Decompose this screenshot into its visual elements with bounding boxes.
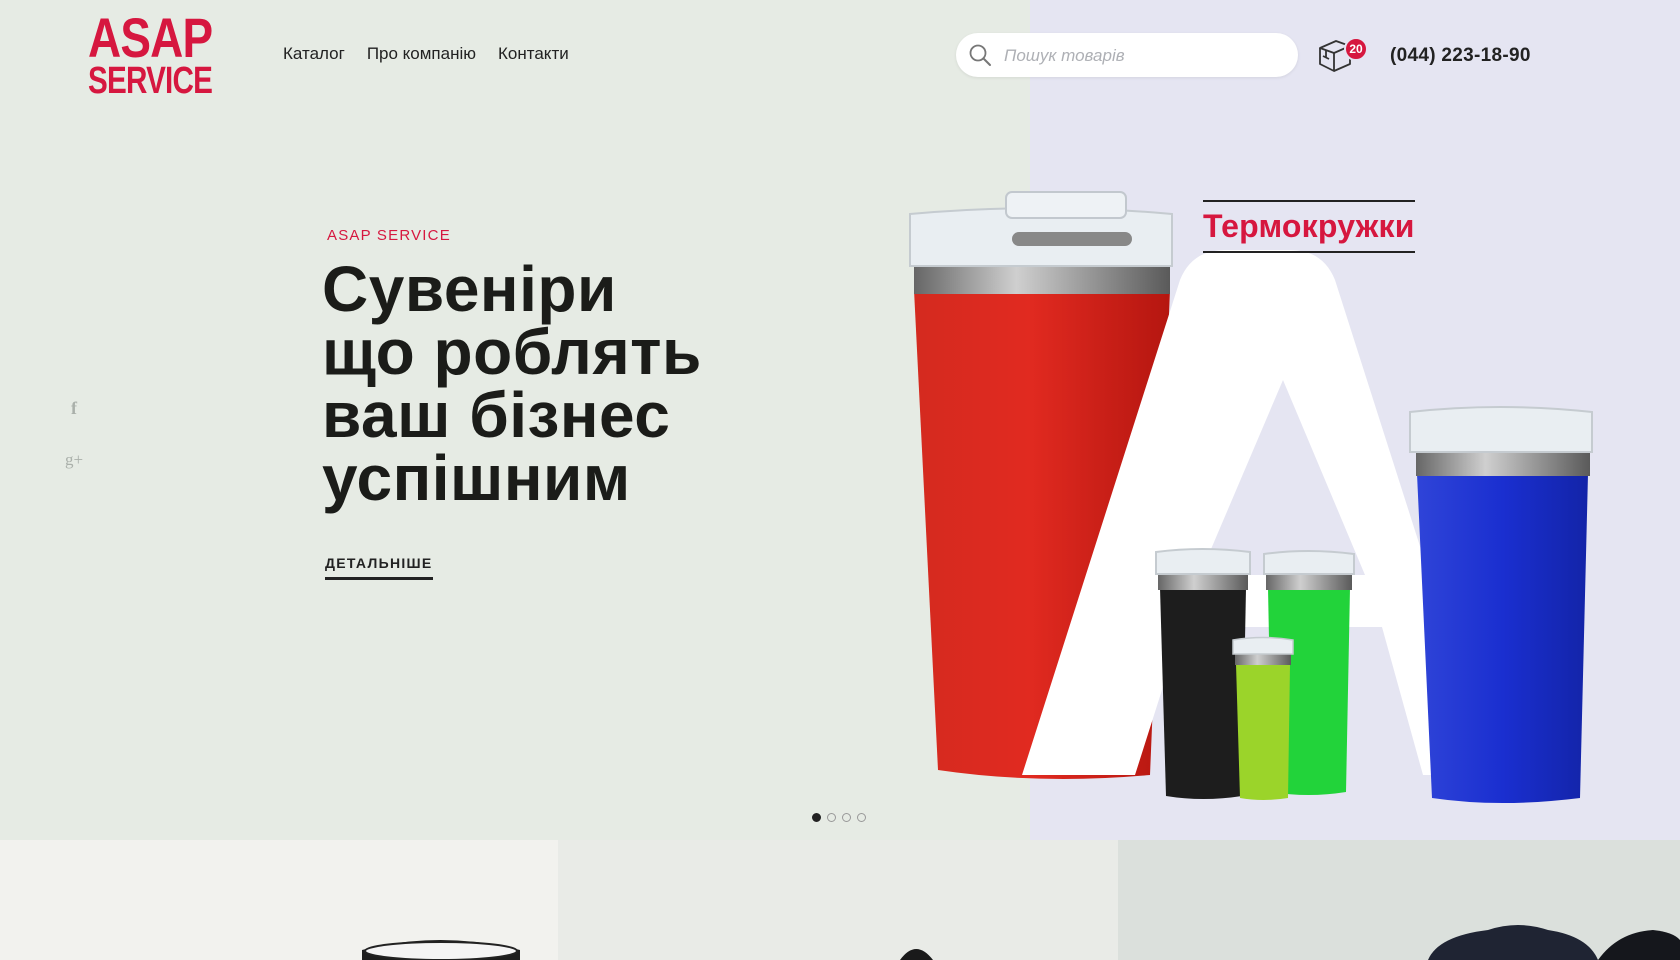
cart-button[interactable]: 20 bbox=[1316, 34, 1368, 74]
nav-item-catalog[interactable]: Каталог bbox=[283, 44, 345, 64]
more-details-button[interactable]: ДЕТАЛЬНІШЕ bbox=[325, 555, 433, 580]
category-card-caps[interactable] bbox=[558, 840, 1118, 960]
category-label-text: Термокружки bbox=[1203, 208, 1415, 244]
category-label[interactable]: Термокружки bbox=[1203, 200, 1415, 253]
headline-line: що роблять bbox=[322, 316, 702, 388]
search-box bbox=[956, 33, 1298, 79]
slide-dot[interactable] bbox=[857, 813, 866, 822]
slide-dot[interactable] bbox=[842, 813, 851, 822]
hero-headline: Сувеніри що роблять ваш бізнес успішним bbox=[322, 253, 782, 514]
mug-image bbox=[362, 940, 520, 960]
slider-pagination bbox=[812, 813, 866, 822]
jacket-image bbox=[1428, 925, 1680, 960]
logo-line2: SERVICE bbox=[88, 60, 213, 102]
category-card-jackets[interactable] bbox=[1118, 840, 1680, 960]
nav-item-about[interactable]: Про компанію bbox=[367, 44, 476, 64]
category-strip bbox=[0, 840, 1680, 960]
headline-line: успішним bbox=[322, 442, 631, 514]
logo[interactable]: ASAP SERVICE bbox=[88, 10, 213, 101]
slide-dot[interactable] bbox=[812, 813, 821, 822]
facebook-icon[interactable]: f bbox=[64, 398, 84, 419]
nav-item-contacts[interactable]: Контакти bbox=[498, 44, 569, 64]
main-nav: Каталог Про компанію Контакти bbox=[283, 44, 569, 64]
phone-number[interactable]: (044) 223-18-90 bbox=[1390, 45, 1531, 67]
category-card-mugs[interactable] bbox=[0, 840, 558, 960]
search-input[interactable] bbox=[1002, 33, 1286, 79]
cap-image bbox=[900, 949, 933, 960]
google-plus-icon[interactable]: g+ bbox=[64, 450, 84, 470]
hero-eyebrow: ASAP SERVICE bbox=[327, 227, 451, 244]
logo-line1: ASAP bbox=[88, 6, 213, 69]
headline-line: ваш бізнес bbox=[322, 379, 671, 451]
hero-product-image bbox=[909, 191, 1593, 803]
headline-line: Сувеніри bbox=[322, 253, 617, 325]
cart-count-badge: 20 bbox=[1344, 37, 1368, 61]
search-icon[interactable] bbox=[968, 43, 992, 67]
slide-dot[interactable] bbox=[827, 813, 836, 822]
